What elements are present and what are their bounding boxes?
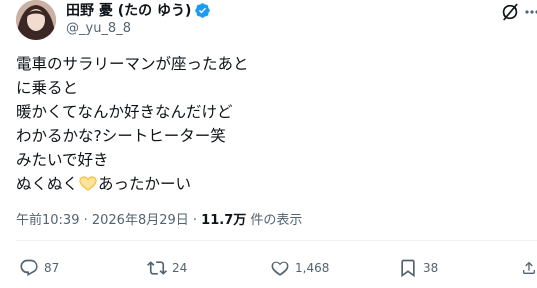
- tweet-text-line: 暖かくてなんか好きなんだけど: [16, 103, 233, 121]
- reply-icon: [19, 258, 39, 278]
- divider: [16, 240, 537, 241]
- author-display-name[interactable]: 田野 憂 (たの ゆう): [66, 0, 191, 20]
- like-button[interactable]: 1,468: [270, 255, 329, 281]
- reply-button[interactable]: 87: [19, 255, 59, 281]
- bookmark-button[interactable]: 38: [398, 255, 438, 281]
- tweet-meta: 午前10:39 · 2026年8月29日 · 11.7万 件の表示: [16, 209, 302, 228]
- reply-count: 87: [44, 261, 60, 275]
- grok-icon[interactable]: [500, 2, 520, 22]
- tweet-text-line: 電車のサラリーマンが座ったあと: [16, 55, 249, 73]
- author-handle[interactable]: @_yu_8_8: [66, 21, 131, 36]
- tweet-text-last-line: ぬくぬく あったかーい: [16, 172, 526, 196]
- timestamp[interactable]: 午前10:39 · 2026年8月29日 ·: [16, 213, 197, 228]
- tweet-text-fragment: あったかーい: [98, 175, 192, 193]
- repost-button[interactable]: 24: [147, 255, 187, 281]
- verified-badge-icon: [194, 2, 211, 19]
- repost-icon: [147, 258, 167, 278]
- tweet-text-line: わかるかな?シートヒーター笑: [16, 127, 226, 145]
- share-icon: [521, 258, 537, 278]
- views-label: 件の表示: [250, 213, 303, 228]
- avatar[interactable]: [16, 0, 56, 40]
- more-icon[interactable]: [525, 4, 537, 20]
- share-button[interactable]: [521, 255, 537, 281]
- tweet-text-line: みたいで好き: [16, 151, 109, 169]
- author-name-row: 田野 憂 (たの ゆう): [66, 0, 211, 20]
- views-count: 11.7万: [201, 213, 247, 228]
- avatar-image: [16, 0, 56, 40]
- heart-icon: [270, 258, 290, 278]
- yellow-heart-hands-icon: [79, 174, 97, 191]
- like-count: 1,468: [295, 261, 330, 275]
- bookmark-count: 38: [423, 261, 439, 275]
- tweet-text-fragment: ぬくぬく: [16, 175, 79, 193]
- tweet: 田野 憂 (たの ゆう) @_yu_8_8 電車のサラリーマンが座ったあと に乗…: [0, 0, 537, 288]
- tweet-text-line: に乗ると: [16, 79, 79, 97]
- action-bar: 87 24 1,468 38: [0, 255, 537, 281]
- bookmark-icon: [398, 258, 418, 278]
- repost-count: 24: [172, 261, 188, 275]
- tweet-text: 電車のサラリーマンが座ったあと に乗ると 暖かくてなんか好きなんだけど わかるか…: [16, 52, 526, 196]
